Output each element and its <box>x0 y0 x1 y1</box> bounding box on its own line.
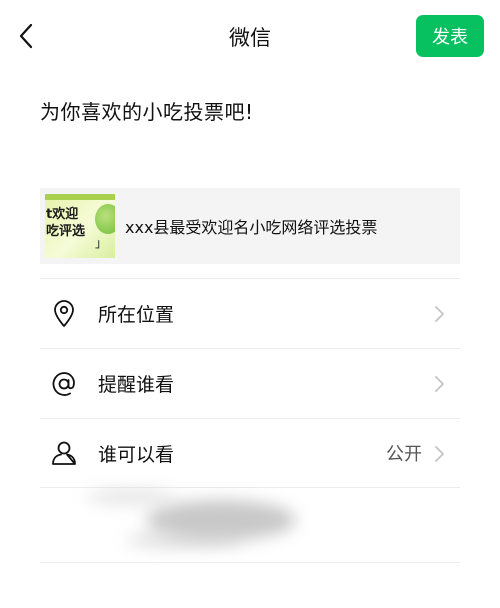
thumbnail-band <box>45 194 115 200</box>
thumbnail-text: t欢迎 吃评选 <box>46 207 86 239</box>
menu-item-label: 提醒谁看 <box>98 374 175 396</box>
top-bar: 微信 发表 <box>0 0 500 72</box>
chevron-left-icon <box>19 23 33 49</box>
shared-link-card[interactable]: t欢迎 吃评选 」 xxx县最受欢迎名小吃网络评选投票 <box>40 188 460 264</box>
thumbnail-bracket: 」 <box>95 236 108 250</box>
at-sign-icon <box>44 364 84 404</box>
publish-button[interactable]: 发表 <box>416 15 484 57</box>
back-button[interactable] <box>8 18 44 54</box>
chevron-right-icon <box>435 376 444 392</box>
menu-item-location[interactable]: 所在位置 <box>40 278 460 348</box>
link-title: xxx县最受欢迎名小吃网络评选投票 <box>125 218 378 237</box>
post-text[interactable]: 为你喜欢的小吃投票吧! <box>40 96 254 125</box>
divider <box>40 562 460 563</box>
person-icon <box>44 433 84 473</box>
options-list: 所在位置 提醒谁看 谁可以看 公开 <box>40 278 460 488</box>
visibility-value: 公开 <box>386 444 422 465</box>
menu-item-label: 谁可以看 <box>98 443 175 466</box>
link-thumbnail: t欢迎 吃评选 」 <box>45 194 115 258</box>
menu-item-remind[interactable]: 提醒谁看 <box>40 348 460 418</box>
chevron-right-icon <box>435 306 444 322</box>
menu-item-visibility[interactable]: 谁可以看 公开 <box>40 418 460 488</box>
menu-item-label: 所在位置 <box>98 304 175 326</box>
location-pin-icon <box>44 294 84 334</box>
blurred-region <box>86 486 306 556</box>
chevron-right-icon <box>435 446 444 462</box>
